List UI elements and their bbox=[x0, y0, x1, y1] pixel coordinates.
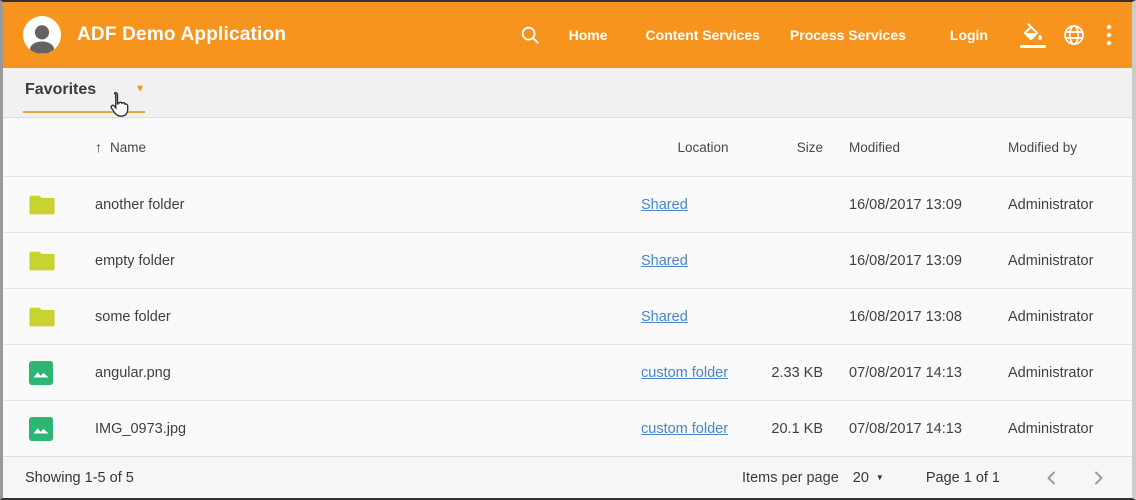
size-column-header[interactable]: Size bbox=[765, 140, 823, 155]
format-color-fill-icon[interactable] bbox=[1020, 23, 1046, 48]
modified-date: 07/08/2017 14:13 bbox=[849, 365, 996, 381]
file-name[interactable]: angular.png bbox=[95, 365, 641, 381]
image-file-icon bbox=[29, 417, 95, 441]
file-size: 20.1 KB bbox=[765, 421, 823, 437]
items-per-page-value: 20 bbox=[853, 470, 869, 486]
file-size: 2.33 KB bbox=[765, 365, 823, 381]
image-file-icon bbox=[29, 361, 95, 385]
table-row[interactable]: some folder Shared 16/08/2017 13:08 Admi… bbox=[3, 288, 1132, 344]
modified-date: 16/08/2017 13:09 bbox=[849, 197, 996, 213]
location-link[interactable]: Shared bbox=[641, 197, 688, 213]
modified-by: Administrator bbox=[1008, 253, 1113, 269]
folder-icon bbox=[29, 194, 95, 216]
sort-ascending-icon: ↑ bbox=[95, 139, 102, 155]
kebab-menu-icon[interactable] bbox=[1106, 23, 1112, 47]
folder-icon bbox=[29, 250, 95, 272]
modified-date: 07/08/2017 14:13 bbox=[849, 421, 996, 437]
name-column-header[interactable]: ↑ Name bbox=[95, 139, 641, 155]
items-per-page-label: Items per page bbox=[742, 470, 839, 486]
user-avatar[interactable] bbox=[23, 16, 61, 54]
modified-by: Administrator bbox=[1008, 365, 1113, 381]
showing-range-label: Showing 1-5 of 5 bbox=[25, 470, 134, 486]
modified-by: Administrator bbox=[1008, 421, 1113, 437]
table-header-row: ↑ Name Location Size Modified Modified b… bbox=[3, 118, 1132, 176]
nav-content-services[interactable]: Content Services bbox=[646, 27, 760, 43]
table-row[interactable]: another folder Shared 16/08/2017 13:09 A… bbox=[3, 176, 1132, 232]
nav-login[interactable]: Login bbox=[950, 27, 988, 43]
person-icon bbox=[25, 22, 59, 54]
location-link[interactable]: Shared bbox=[641, 309, 688, 325]
favorites-dropdown[interactable]: Favorites ▼ bbox=[23, 68, 145, 113]
name-column-label: Name bbox=[110, 140, 146, 155]
location-link[interactable]: custom folder bbox=[641, 421, 728, 437]
file-name[interactable]: another folder bbox=[95, 197, 641, 213]
chevron-left-icon bbox=[1044, 470, 1060, 486]
table-row[interactable]: empty folder Shared 16/08/2017 13:09 Adm… bbox=[3, 232, 1132, 288]
chevron-down-icon: ▼ bbox=[135, 84, 145, 94]
modified-by: Administrator bbox=[1008, 197, 1113, 213]
globe-icon[interactable] bbox=[1062, 23, 1086, 47]
location-column-header[interactable]: Location bbox=[641, 140, 765, 155]
theme-color-indicator bbox=[1020, 45, 1046, 48]
table-row[interactable]: IMG_0973.jpg custom folder 20.1 KB 07/08… bbox=[3, 400, 1132, 456]
search-icon[interactable] bbox=[519, 24, 541, 46]
chevron-down-icon: ▼ bbox=[876, 473, 884, 482]
nav-home[interactable]: Home bbox=[569, 27, 608, 43]
items-per-page-select[interactable]: 20 ▼ bbox=[853, 470, 884, 486]
modified-column-header[interactable]: Modified bbox=[849, 140, 996, 155]
location-link[interactable]: Shared bbox=[641, 253, 688, 269]
view-selector-bar: Favorites ▼ bbox=[3, 68, 1132, 118]
modified-date: 16/08/2017 13:08 bbox=[849, 309, 996, 325]
folder-icon bbox=[29, 306, 95, 328]
file-name[interactable]: IMG_0973.jpg bbox=[95, 421, 641, 437]
favorites-label: Favorites bbox=[23, 81, 96, 99]
modified-by-column-header[interactable]: Modified by bbox=[1008, 140, 1113, 155]
table-row[interactable]: angular.png custom folder 2.33 KB 07/08/… bbox=[3, 344, 1132, 400]
modified-date: 16/08/2017 13:09 bbox=[849, 253, 996, 269]
app-title: ADF Demo Application bbox=[77, 24, 286, 46]
file-name[interactable]: empty folder bbox=[95, 253, 641, 269]
location-link[interactable]: custom folder bbox=[641, 365, 728, 381]
app-window: ADF Demo Application Home Content Servic… bbox=[0, 0, 1136, 500]
pagination-bar: Showing 1-5 of 5 Items per page 20 ▼ Pag… bbox=[3, 456, 1132, 498]
app-header: ADF Demo Application Home Content Servic… bbox=[3, 2, 1132, 68]
chevron-right-icon bbox=[1090, 470, 1106, 486]
file-name[interactable]: some folder bbox=[95, 309, 641, 325]
modified-by: Administrator bbox=[1008, 309, 1113, 325]
document-list: ↑ Name Location Size Modified Modified b… bbox=[3, 118, 1132, 456]
next-page-button[interactable] bbox=[1086, 466, 1110, 490]
nav-process-services[interactable]: Process Services bbox=[790, 27, 906, 43]
page-indicator: Page 1 of 1 bbox=[926, 470, 1000, 486]
previous-page-button[interactable] bbox=[1040, 466, 1064, 490]
